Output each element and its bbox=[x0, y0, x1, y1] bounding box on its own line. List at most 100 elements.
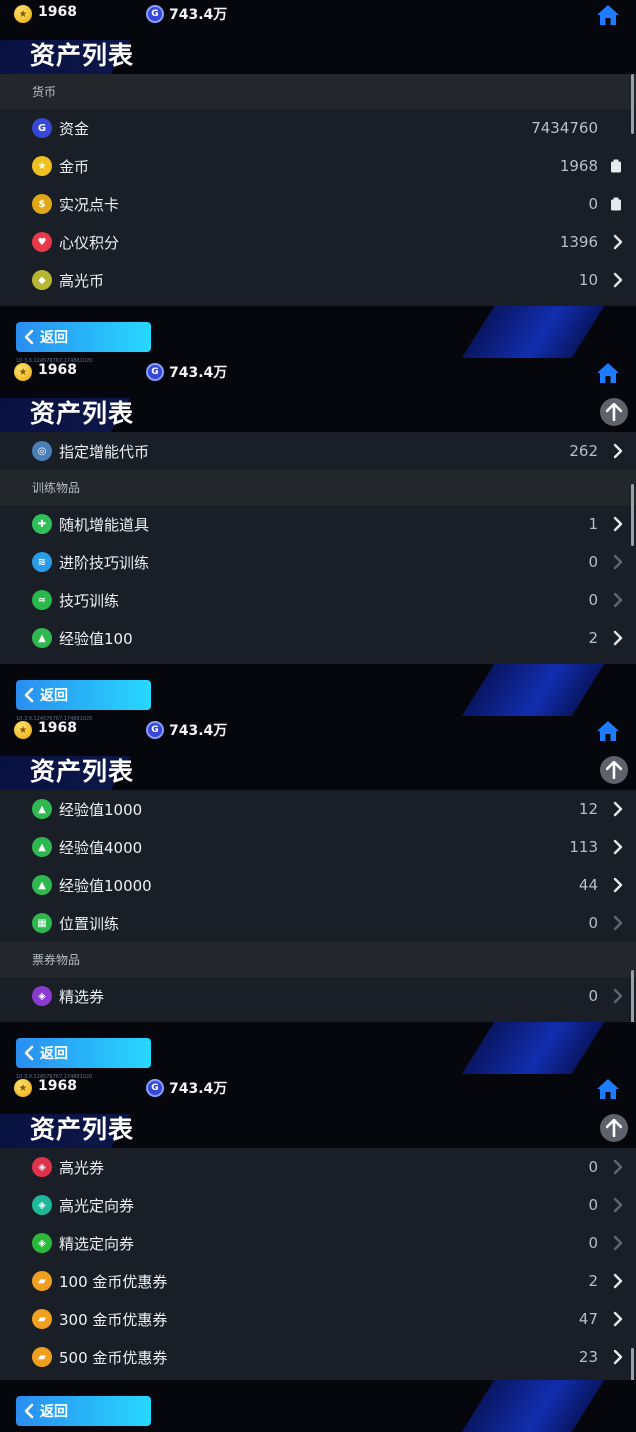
scrollbar[interactable] bbox=[631, 970, 634, 1022]
chevron-right-icon bbox=[613, 877, 623, 893]
home-icon[interactable] bbox=[596, 720, 620, 742]
asset-name: 经验值4000 bbox=[59, 838, 143, 857]
asset-row[interactable]: ≈ 技巧训练 0 bbox=[0, 581, 636, 619]
asset-row[interactable]: ◈ 高光券 0 bbox=[0, 1148, 636, 1186]
page-title: 资产列表 bbox=[30, 399, 135, 428]
asset-row[interactable]: ▰ 500 金币优惠券 23 bbox=[0, 1338, 636, 1376]
scrollbar[interactable] bbox=[631, 1348, 634, 1380]
asset-panel-3: ★ 1968 G 743.4万 资产列表 ▲ 经验值1000 12 ▲ 经验值4000 1… bbox=[0, 716, 636, 1074]
chevron-right-icon bbox=[613, 839, 623, 855]
page-title: 资产列表 bbox=[30, 1115, 135, 1144]
asset-row[interactable]: ◆ 高光币 10 bbox=[0, 261, 636, 299]
asset-row[interactable]: ◈ 精选定向券 0 bbox=[0, 1224, 636, 1262]
scrollbar[interactable] bbox=[631, 74, 634, 134]
chevron-right-icon bbox=[613, 1349, 623, 1365]
point-card-icon: $ bbox=[32, 194, 52, 214]
scroll-top-button[interactable] bbox=[600, 756, 628, 784]
asset-list[interactable]: ◈ 高光券 0 ◈ 高光定向券 0 ◈ 精选定向券 0 ▰ 100 金币优惠券 2 ▰ 300 金币优惠券… bbox=[0, 1148, 636, 1380]
clipboard-icon[interactable] bbox=[610, 159, 622, 173]
asset-row[interactable]: ▲ 经验值10000 44 bbox=[0, 866, 636, 904]
gold-balance: 1968 bbox=[38, 720, 77, 736]
arrow-up-icon bbox=[606, 1119, 622, 1137]
home-icon[interactable] bbox=[596, 1078, 620, 1100]
clipboard-icon[interactable] bbox=[610, 197, 622, 211]
chevron-right-icon bbox=[613, 801, 623, 817]
top-bar: ★ 1968 G 743.4万 bbox=[0, 358, 636, 386]
arrow-up-icon bbox=[606, 761, 622, 779]
gold-balance: 1968 bbox=[38, 362, 77, 378]
asset-value: 44 bbox=[578, 876, 598, 894]
chevron-right-icon bbox=[613, 1311, 623, 1327]
asset-row[interactable]: ◈ 精选券 0 bbox=[0, 977, 636, 1015]
asset-panel-1: ★ 1968 G 743.4万 资产列表 货币 G 资金 7434760 ★ 金币 1968… bbox=[0, 0, 636, 358]
asset-value: 0 bbox=[588, 195, 598, 213]
version-text: 10.3.0.124576767.174881020 bbox=[16, 358, 93, 364]
asset-value: 10 bbox=[578, 271, 598, 289]
asset-row[interactable]: ▦ 位置训练 0 bbox=[0, 904, 636, 942]
exp-icon: ▲ bbox=[32, 799, 52, 819]
back-button[interactable]: 返回 bbox=[16, 1038, 151, 1068]
footer-decoration bbox=[461, 1022, 605, 1074]
chevron-right-icon bbox=[613, 554, 623, 570]
asset-value: 7434760 bbox=[531, 119, 598, 137]
gold-balance: 1968 bbox=[38, 1078, 77, 1094]
asset-name: 高光券 bbox=[59, 1158, 105, 1177]
home-icon[interactable] bbox=[596, 362, 620, 384]
chevron-right-icon bbox=[613, 443, 623, 459]
asset-panel-2: ★ 1968 G 743.4万 资产列表 ◎ 指定增能代币 262 训练物品 ✚ 随机增能… bbox=[0, 358, 636, 716]
asset-list[interactable]: 货币 G 资金 7434760 ★ 金币 1968 $ 实况点卡 0 ♥ 心仪积分 1396 ◆ 高光币 10 bbox=[0, 74, 636, 306]
scroll-top-button[interactable] bbox=[600, 398, 628, 426]
asset-value: 12 bbox=[578, 800, 598, 818]
scroll-top-button[interactable] bbox=[600, 1114, 628, 1142]
asset-value: 0 bbox=[588, 914, 598, 932]
home-icon[interactable] bbox=[596, 4, 620, 26]
asset-list[interactable]: ▲ 经验值1000 12 ▲ 经验值4000 113 ▲ 经验值10000 44 ▦ 位置训练 0 票券… bbox=[0, 790, 636, 1022]
top-bar: ★ 1968 G 743.4万 bbox=[0, 1074, 636, 1102]
asset-name: 精选定向券 bbox=[59, 1234, 135, 1253]
back-button[interactable]: 返回 bbox=[16, 1396, 151, 1426]
gold-coin-icon: ★ bbox=[14, 363, 32, 381]
back-button[interactable]: 返回 bbox=[16, 322, 151, 352]
asset-row[interactable]: ▲ 经验值4000 113 bbox=[0, 828, 636, 866]
asset-row[interactable]: ◎ 指定增能代币 262 bbox=[0, 432, 636, 470]
asset-name: 资金 bbox=[59, 119, 90, 138]
asset-row[interactable]: ♥ 心仪积分 1396 bbox=[0, 223, 636, 261]
section-header: 训练物品 bbox=[0, 470, 636, 505]
gold-coin-icon: ★ bbox=[14, 5, 32, 23]
asset-value: 1968 bbox=[559, 157, 598, 175]
gold-balance: 1968 bbox=[38, 4, 77, 20]
chevron-right-icon bbox=[613, 1197, 623, 1213]
page-title: 资产列表 bbox=[30, 757, 135, 786]
asset-name: 高光定向券 bbox=[59, 1196, 135, 1215]
asset-row[interactable]: ✚ 随机增能道具 1 bbox=[0, 505, 636, 543]
asset-row[interactable]: ▲ 经验值1000 12 bbox=[0, 790, 636, 828]
coupon-icon: ▰ bbox=[32, 1347, 52, 1367]
asset-row[interactable]: ≋ 进阶技巧训练 0 bbox=[0, 543, 636, 581]
highlight-coin-icon: ◆ bbox=[32, 270, 52, 290]
advanced-skill-icon: ≋ bbox=[32, 552, 52, 572]
chevron-right-icon bbox=[613, 630, 623, 646]
asset-name: 进阶技巧训练 bbox=[59, 553, 150, 572]
g-balance: 743.4万 bbox=[169, 723, 228, 739]
asset-name: 技巧训练 bbox=[59, 591, 120, 610]
select-ticket-icon: ◈ bbox=[32, 986, 52, 1006]
asset-list[interactable]: ◎ 指定增能代币 262 训练物品 ✚ 随机增能道具 1 ≋ 进阶技巧训练 0 ≈ 技巧训练 0 ▲ 经验值… bbox=[0, 432, 636, 664]
heart-points-icon: ♥ bbox=[32, 232, 52, 252]
chevron-right-icon bbox=[613, 272, 623, 288]
chevron-left-icon bbox=[24, 1045, 34, 1061]
highlight-ticket-icon: ◈ bbox=[32, 1157, 52, 1177]
asset-row[interactable]: ▰ 100 金币优惠券 2 bbox=[0, 1262, 636, 1300]
scrollbar[interactable] bbox=[631, 484, 634, 546]
back-label: 返回 bbox=[40, 1046, 68, 1062]
asset-value: 23 bbox=[578, 1348, 598, 1366]
asset-row[interactable]: ▲ 经验值100 2 bbox=[0, 619, 636, 657]
back-button[interactable]: 返回 bbox=[16, 680, 151, 710]
version-text: 10.3.0.124576767.174881020 bbox=[16, 716, 93, 722]
boost-token-icon: ◎ bbox=[32, 441, 52, 461]
asset-panel-4: ★ 1968 G 743.4万 资产列表 ◈ 高光券 0 ◈ 高光定向券 0 ◈ 精选定向券 0… bbox=[0, 1074, 636, 1432]
asset-row[interactable]: ▰ 300 金币优惠券 47 bbox=[0, 1300, 636, 1338]
asset-row[interactable]: ◈ 高光定向券 0 bbox=[0, 1186, 636, 1224]
section-header: 货币 bbox=[0, 74, 636, 109]
exp-icon: ▲ bbox=[32, 628, 52, 648]
section-header: 票券物品 bbox=[0, 942, 636, 977]
